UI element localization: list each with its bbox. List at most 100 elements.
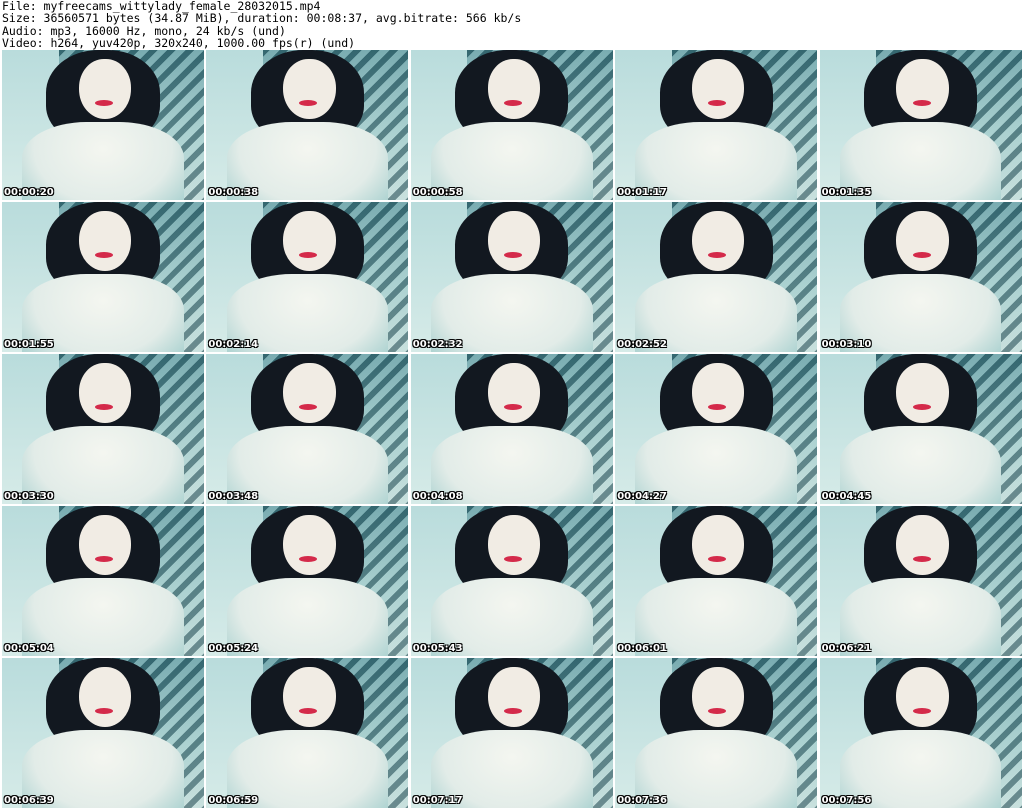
- thumbnail-lips: [299, 251, 318, 258]
- video-thumbnail: 00:06:59: [206, 658, 409, 808]
- thumbnail-timestamp: 00:07:56: [821, 795, 872, 806]
- thumbnail-face: [78, 667, 132, 727]
- thumbnail-lips: [299, 555, 318, 562]
- thumbnail-timestamp: 00:02:32: [412, 339, 463, 350]
- thumbnail-lips: [503, 403, 522, 410]
- video-thumbnail: 00:03:10: [819, 202, 1022, 352]
- thumbnail-lips: [94, 555, 114, 562]
- thumbnail-lips: [912, 707, 931, 714]
- video-thumbnail: 00:03:30: [2, 354, 204, 504]
- thumbnail-timestamp: 00:05:43: [412, 643, 463, 654]
- thumbnail-timestamp: 00:00:58: [412, 187, 463, 198]
- thumbnail-lips: [503, 251, 522, 258]
- thumbnail-timestamp: 00:06:39: [4, 795, 54, 806]
- thumbnail-timestamp: 00:01:35: [821, 187, 872, 198]
- thumbnail-timestamp: 00:07:36: [617, 795, 667, 806]
- thumbnail-face: [487, 515, 541, 575]
- thumbnail-face: [691, 363, 745, 423]
- thumbnail-face: [283, 211, 336, 271]
- thumbnail-lips: [94, 99, 114, 106]
- thumbnail-lips: [912, 403, 931, 410]
- video-thumbnail: 00:02:52: [615, 202, 818, 352]
- video-thumbnail: 00:00:58: [410, 50, 613, 200]
- thumbnail-lips: [299, 99, 318, 106]
- thumbnail-lips: [94, 251, 114, 258]
- thumbnail-lips: [708, 403, 727, 410]
- video-thumbnail: 00:06:21: [819, 506, 1022, 656]
- video-thumbnail: 00:06:01: [615, 506, 818, 656]
- thumbnail-lips: [912, 99, 931, 106]
- video-thumbnail: 00:00:20: [2, 50, 204, 200]
- thumbnail-timestamp: 00:00:38: [208, 187, 259, 198]
- video-thumbnail: 00:05:04: [2, 506, 204, 656]
- thumbnail-lips: [503, 707, 522, 714]
- thumbnail-face: [896, 515, 949, 575]
- thumbnail-face: [283, 363, 336, 423]
- thumbnail-timestamp: 00:06:21: [821, 643, 872, 654]
- thumbnail-face: [691, 59, 745, 119]
- video-thumbnail: 00:04:45: [819, 354, 1022, 504]
- video-thumbnail: 00:05:43: [410, 506, 613, 656]
- video-thumbnail: 00:07:17: [410, 658, 613, 808]
- thumbnail-face: [896, 211, 949, 271]
- thumbnail-face: [691, 515, 745, 575]
- thumbnail-timestamp: 00:07:17: [412, 795, 463, 806]
- thumbnail-lips: [503, 555, 522, 562]
- thumbnail-face: [78, 211, 132, 271]
- video-thumbnail: 00:01:55: [2, 202, 204, 352]
- thumbnail-timestamp: 00:02:52: [617, 339, 667, 350]
- thumbnail-timestamp: 00:05:24: [208, 643, 259, 654]
- thumbnail-face: [283, 667, 336, 727]
- thumbnail-face: [487, 363, 541, 423]
- video-thumbnail: 00:07:36: [615, 658, 818, 808]
- file-size-line: Size: 36560571 bytes (34.87 MiB), durati…: [2, 11, 522, 26]
- thumbnail-grid: 00:00:20 00:00:38 00:00:58 00:01:17 00:01:35…: [0, 50, 1024, 811]
- thumbnail-timestamp: 00:06:01: [617, 643, 667, 654]
- thumbnail-lips: [299, 707, 318, 714]
- thumbnail-face: [896, 363, 949, 423]
- video-thumbnail: 00:04:27: [615, 354, 818, 504]
- thumbnail-face: [283, 59, 336, 119]
- thumbnail-timestamp: 00:01:55: [4, 339, 54, 350]
- thumbnail-face: [487, 59, 541, 119]
- thumbnail-timestamp: 00:05:04: [4, 643, 54, 654]
- thumbnail-face: [691, 667, 745, 727]
- video-thumbnail: 00:05:24: [206, 506, 409, 656]
- video-thumbnail: 00:02:32: [410, 202, 613, 352]
- thumbnail-lips: [912, 555, 931, 562]
- thumbnail-face: [283, 515, 336, 575]
- thumbnail-lips: [94, 403, 114, 410]
- thumbnail-face: [487, 211, 541, 271]
- thumbnail-timestamp: 00:00:20: [4, 187, 54, 198]
- video-thumbnail: 00:02:14: [206, 202, 409, 352]
- thumbnail-face: [691, 211, 745, 271]
- thumbnail-lips: [299, 403, 318, 410]
- thumbnail-lips: [708, 99, 727, 106]
- thumbnail-timestamp: 00:04:45: [821, 491, 872, 502]
- file-info-header: File: myfreecams_wittylady_female_280320…: [2, 0, 1022, 50]
- thumbnail-timestamp: 00:03:10: [821, 339, 872, 350]
- thumbnail-lips: [708, 555, 727, 562]
- thumbnail-face: [78, 59, 132, 119]
- video-info-line: Video: h264, yuv420p, 320x240, 1000.00 f…: [2, 36, 356, 51]
- video-thumbnail: 00:01:17: [615, 50, 818, 200]
- thumbnail-timestamp: 00:01:17: [617, 187, 667, 198]
- thumbnail-face: [78, 363, 132, 423]
- thumbnail-lips: [94, 707, 114, 714]
- thumbnail-timestamp: 00:02:14: [208, 339, 259, 350]
- thumbnail-timestamp: 00:03:30: [4, 491, 54, 502]
- thumbnail-timestamp: 00:04:08: [412, 491, 463, 502]
- thumbnail-face: [896, 667, 949, 727]
- thumbnail-timestamp: 00:04:27: [617, 491, 667, 502]
- thumbnail-timestamp: 00:06:59: [208, 795, 259, 806]
- thumbnail-lips: [708, 707, 727, 714]
- video-thumbnail: 00:04:08: [410, 354, 613, 504]
- thumbnail-lips: [708, 251, 727, 258]
- video-thumbnail: 00:03:48: [206, 354, 409, 504]
- thumbnail-timestamp: 00:03:48: [208, 491, 259, 502]
- thumbnail-lips: [912, 251, 931, 258]
- video-thumbnail: 00:07:56: [819, 658, 1022, 808]
- thumbnail-face: [487, 667, 541, 727]
- video-thumbnail: 00:00:38: [206, 50, 409, 200]
- thumbnail-face: [78, 515, 132, 575]
